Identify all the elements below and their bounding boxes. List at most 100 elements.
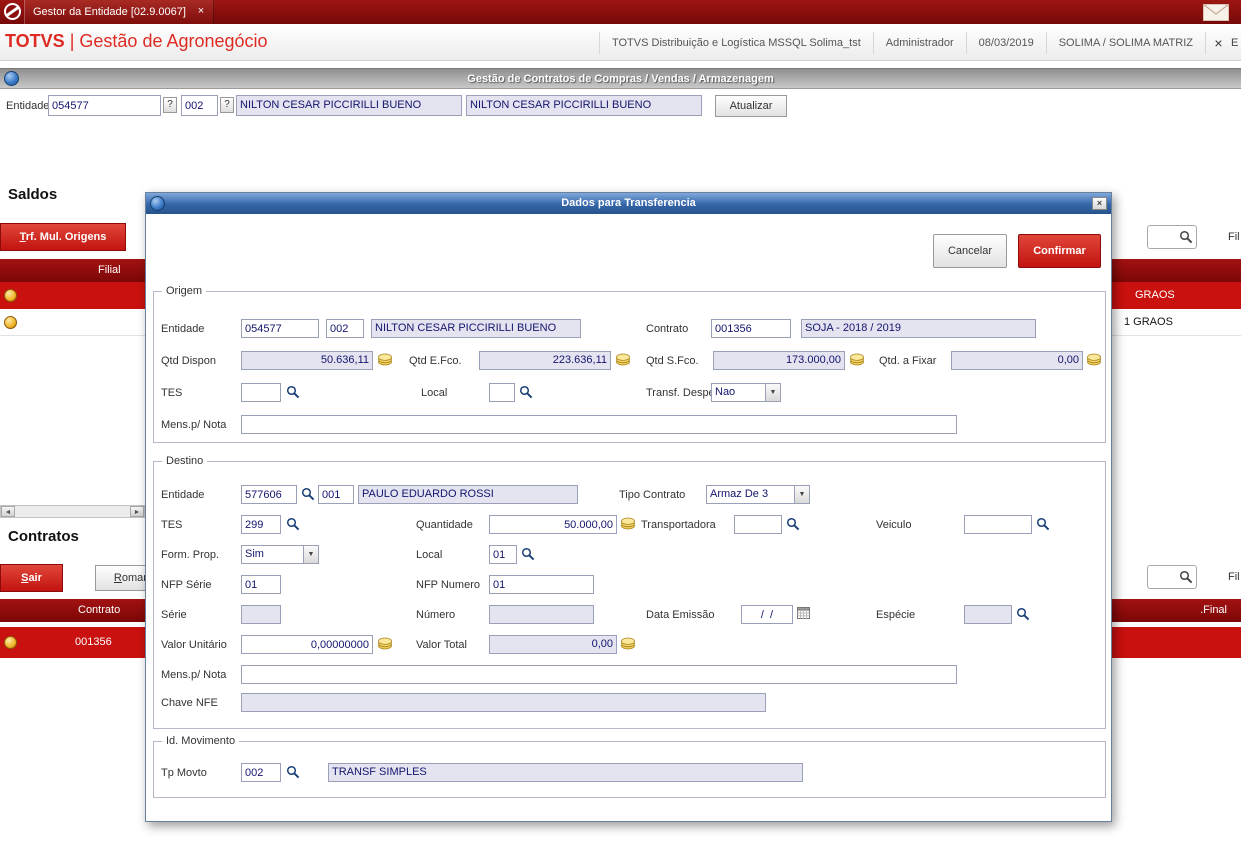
destino-entidade-code-input[interactable] (241, 485, 297, 504)
destino-entidade-loja-input[interactable] (318, 485, 354, 504)
contratos-row-selected-right[interactable] (1112, 627, 1241, 658)
dialog-icon (150, 196, 165, 211)
cancelar-button[interactable]: Cancelar (933, 234, 1007, 268)
money-icon (377, 637, 393, 650)
app-header: TOTVS | Gestão de Agronegócio TOTVS Dist… (0, 24, 1241, 61)
search-icon[interactable] (1016, 607, 1030, 621)
qtd-fixar-label: Qtd. a Fixar (879, 355, 937, 367)
entity-code-help-button[interactable]: ? (163, 97, 177, 113)
money-icon (620, 517, 636, 530)
especie-field (964, 605, 1012, 624)
nfp-serie-label: NFP Série (161, 579, 212, 591)
contratos-search-box[interactable] (1147, 565, 1197, 589)
saldos-search-box[interactable] (1147, 225, 1197, 249)
trf-mul-origens-button[interactable]: Trf. Mul. Origens (0, 223, 126, 251)
origem-mens-input[interactable] (241, 415, 957, 434)
destino-tes-input[interactable] (241, 515, 281, 534)
calendar-icon[interactable] (797, 606, 811, 620)
environment-label: TOTVS Distribuição e Logística MSSQL Sol… (598, 31, 873, 54)
saldos-search-input[interactable] (1151, 228, 1179, 246)
nfp-serie-input[interactable] (241, 575, 281, 594)
transfer-dialog: Dados para Transferencia × Cancelar Conf… (145, 192, 1112, 822)
saldos-hscrollbar[interactable]: ◄ ► (0, 505, 145, 518)
veiculo-input[interactable] (964, 515, 1032, 534)
user-label: Administrador (872, 31, 966, 54)
brand-name: TOTVS (5, 31, 65, 51)
origem-local-label: Local (421, 387, 448, 399)
transf-despesa-select[interactable]: Nao ▼ (711, 383, 781, 402)
routine-title: Gestão de Contratos de Compras / Vendas … (467, 73, 774, 85)
routine-icon (4, 71, 19, 86)
dialog-title: Dados para Transferencia (561, 197, 696, 209)
quantidade-input[interactable] (489, 515, 617, 534)
exit-label-clipped[interactable]: E (1231, 32, 1241, 54)
search-icon[interactable] (286, 385, 300, 399)
saldos-row2-right[interactable]: 1 GRAOS (1112, 309, 1241, 336)
sair-button[interactable]: Sair (0, 564, 63, 592)
dialog-titlebar[interactable]: Dados para Transferencia × (146, 193, 1111, 214)
money-icon (615, 353, 631, 366)
search-icon[interactable] (286, 765, 300, 779)
search-icon[interactable] (301, 487, 315, 501)
saldos-grid-header-left: Filial (0, 259, 145, 282)
saldos-row-selected-right[interactable]: GRAOS (1112, 282, 1241, 309)
destino-mens-input[interactable] (241, 665, 957, 684)
origem-local-input[interactable] (489, 383, 515, 402)
nfp-numero-input[interactable] (489, 575, 594, 594)
contratos-row-selected-left[interactable]: 001356 (0, 627, 145, 658)
valor-unitario-label: Valor Unitário (161, 639, 227, 651)
veiculo-label: Veiculo (876, 519, 912, 531)
entity-store-help-button[interactable]: ? (220, 97, 234, 113)
qtd-dispon-field: 50.636,11 (241, 351, 373, 370)
qtd-sfco-field: 173.000,00 (713, 351, 845, 370)
especie-label: Espécie (876, 609, 916, 621)
tipo-contrato-select[interactable]: Armaz De 3 ▼ (706, 485, 810, 504)
saldos-grid-header-right (1112, 259, 1241, 282)
saldos-row-selected-left[interactable] (0, 282, 145, 309)
tab-close-icon[interactable]: × (195, 5, 207, 18)
col-contrato: Contrato (78, 604, 121, 616)
search-icon[interactable] (286, 517, 300, 531)
chave-nfe-label: Chave NFE (161, 697, 218, 709)
scroll-right-icon[interactable]: ► (130, 506, 144, 517)
serie-field (241, 605, 281, 624)
entity-name2-field: NILTON CESAR PICCIRILLI BUENO (466, 95, 702, 116)
confirmar-button[interactable]: Confirmar (1018, 234, 1101, 268)
origem-contrato-code-input[interactable] (711, 319, 791, 338)
serie-label: Série (161, 609, 187, 621)
valor-unitario-input[interactable] (241, 635, 373, 654)
search-icon[interactable] (1179, 570, 1193, 584)
entity-store-input[interactable] (181, 95, 218, 116)
contratos-search-input[interactable] (1151, 568, 1179, 586)
destino-local-input[interactable] (489, 545, 517, 564)
money-icon (849, 353, 865, 366)
close-icon[interactable]: × (1205, 31, 1231, 54)
saldos-row2-left[interactable] (0, 309, 145, 336)
data-emissao-input[interactable] (741, 605, 793, 624)
money-icon (1086, 353, 1102, 366)
dialog-close-icon[interactable]: × (1092, 197, 1107, 210)
origem-entidade-loja-input[interactable] (326, 319, 364, 338)
tp-movto-input[interactable] (241, 763, 281, 782)
search-icon[interactable] (1179, 230, 1193, 244)
origem-entidade-code-input[interactable] (241, 319, 319, 338)
transportadora-input[interactable] (734, 515, 782, 534)
search-icon[interactable] (786, 517, 800, 531)
form-prop-select[interactable]: Sim ▼ (241, 545, 319, 564)
contratos-filter-label-clipped: Fil (1228, 571, 1240, 583)
origem-tes-input[interactable] (241, 383, 281, 402)
mail-icon[interactable] (1203, 4, 1229, 24)
search-icon[interactable] (519, 385, 533, 399)
search-icon[interactable] (1036, 517, 1050, 531)
col-final: .Final (1200, 604, 1227, 616)
entity-label: Entidade (6, 100, 50, 112)
scroll-left-icon[interactable]: ◄ (1, 506, 15, 517)
valor-total-label: Valor Total (416, 639, 467, 651)
tab-gestor-entidade[interactable]: Gestor da Entidade [02.9.0067] × (24, 0, 214, 24)
search-icon[interactable] (521, 547, 535, 561)
atualizar-button[interactable]: Atualizar (715, 95, 787, 117)
entity-code-input[interactable] (48, 95, 161, 116)
origem-entidade-label: Entidade (161, 323, 205, 335)
entity-name-field: NILTON CESAR PICCIRILLI BUENO (236, 95, 462, 116)
saldos-title: Saldos (8, 186, 58, 203)
